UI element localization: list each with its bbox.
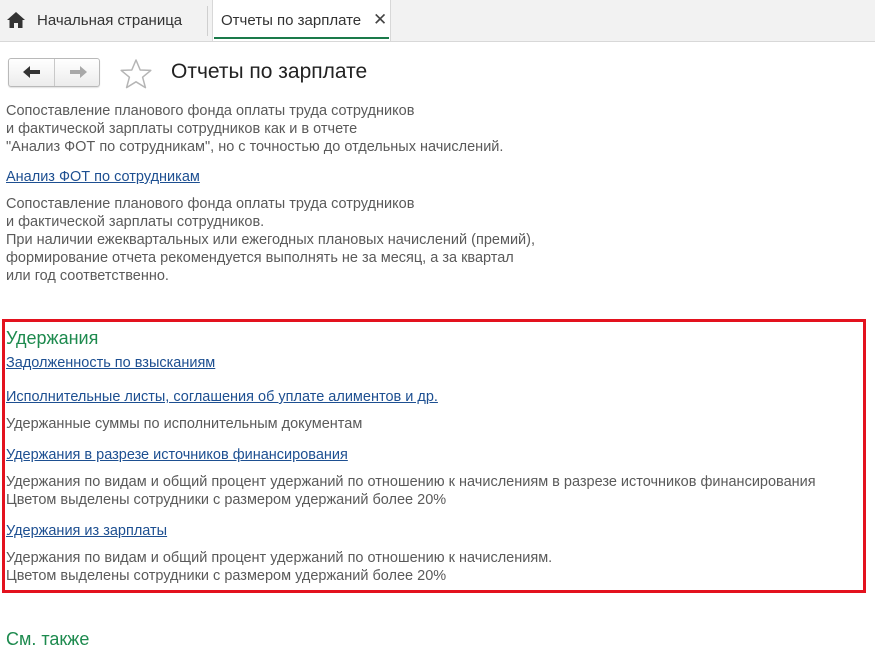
active-tab-indicator [214,37,389,39]
report-description: и фактической зарплаты сотрудников как и… [6,121,358,137]
tab-divider [207,6,208,36]
report-description: Цветом выделены сотрудники с размером уд… [6,568,447,584]
report-description: Удержания по видам и общий процент удерж… [6,550,553,566]
tab-home-label: Начальная страница [37,12,183,29]
home-icon [6,11,26,29]
report-description: Удержания по видам и общий процент удерж… [6,474,816,490]
report-description: или год соответственно. [6,268,169,284]
arrow-left-icon [23,66,40,78]
link-withholdings-by-source[interactable]: Удержания в разрезе источников финансиро… [6,446,348,464]
navigation-buttons [8,58,100,87]
link-debt-collections[interactable]: Задолженность по взысканиям [6,354,215,372]
report-description: и фактической зарплаты сотрудников. [6,214,265,230]
report-description-cut: Сопоставление планового фонда оплаты тру… [6,103,415,119]
back-button[interactable] [9,59,55,86]
link-salary-withholdings[interactable]: Удержания из зарплаты [6,522,167,540]
report-list: Сопоставление планового фонда оплаты тру… [0,101,875,655]
page-title: Отчеты по зарплате [171,60,368,83]
section-title-see-also: См. также [6,629,90,649]
tab-salary-reports[interactable]: Отчеты по зарплате ✕ [212,0,391,41]
report-description: Сопоставление планового фонда оплаты тру… [6,196,415,212]
tab-bar: Начальная страница Отчеты по зарплате ✕ [0,0,875,42]
report-description: При наличии ежеквартальных или ежегодных… [6,232,535,248]
arrow-right-icon [70,66,87,78]
report-description: Удержанные суммы по исполнительным докум… [6,416,363,432]
tab-salary-reports-label: Отчеты по зарплате [221,12,362,29]
tab-home[interactable]: Начальная страница [0,0,206,41]
link-fot-analysis[interactable]: Анализ ФОТ по сотрудникам [6,168,200,186]
section-title-withholdings: Удержания [6,328,99,348]
close-icon[interactable]: ✕ [373,10,387,30]
report-description: Цветом выделены сотрудники с размером уд… [6,492,447,508]
star-icon[interactable] [119,58,153,90]
link-writs-alimony[interactable]: Исполнительные листы, соглашения об упла… [6,388,438,406]
forward-button[interactable] [55,59,100,86]
report-description: "Анализ ФОТ по сотрудникам", но с точнос… [6,139,504,155]
report-description: формирование отчета рекомендуется выполн… [6,250,514,266]
